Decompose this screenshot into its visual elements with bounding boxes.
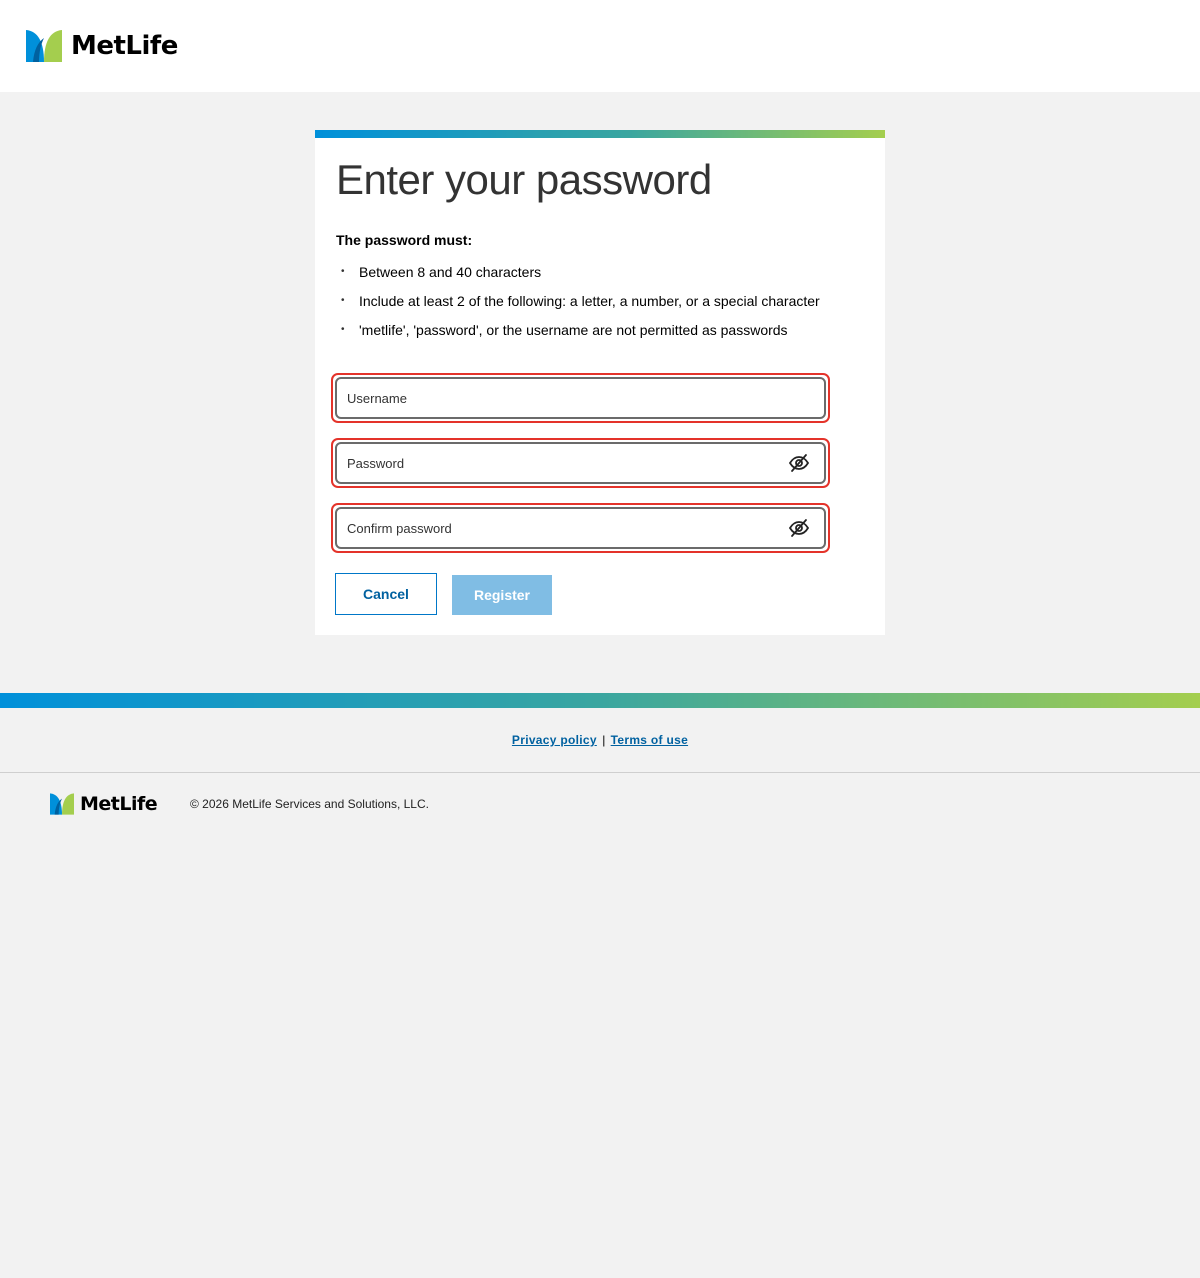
site-header: MetLife xyxy=(0,0,1200,92)
metlife-logo[interactable]: MetLife xyxy=(26,30,178,62)
metlife-logo-mark-icon xyxy=(26,30,62,62)
page-title: Enter your password xyxy=(336,156,712,203)
footer-link-separator: | xyxy=(602,733,606,747)
footer-metlife-logo[interactable]: MetLife xyxy=(50,793,158,815)
terms-of-use-link[interactable]: Terms of use xyxy=(611,733,688,747)
eye-slash-icon[interactable] xyxy=(788,453,810,473)
copyright-text: © 2026 MetLife Services and Solutions, L… xyxy=(190,797,429,811)
rule-item: 'metlife', 'password', or the username a… xyxy=(336,319,820,348)
username-input[interactable] xyxy=(347,390,767,406)
password-field-error-outline xyxy=(331,438,830,488)
footer-gradient-stripe xyxy=(0,693,1200,708)
rule-item: Between 8 and 40 characters xyxy=(336,261,820,290)
password-card: Enter your password The password must: B… xyxy=(315,130,885,635)
metlife-logo-mark-icon xyxy=(50,793,74,815)
username-field-error-outline xyxy=(331,373,830,423)
password-rules-list: Between 8 and 40 characters Include at l… xyxy=(336,261,820,348)
register-button[interactable]: Register xyxy=(452,575,552,615)
footer-links: Privacy policy | Terms of use xyxy=(0,733,1200,747)
rules-heading: The password must: xyxy=(336,232,473,248)
confirm-password-field-error-outline xyxy=(331,503,830,553)
card-gradient-stripe xyxy=(315,130,885,138)
footer-divider xyxy=(0,772,1200,773)
confirm-password-input[interactable] xyxy=(347,520,767,536)
rule-item: Include at least 2 of the following: a l… xyxy=(336,290,820,319)
username-field[interactable] xyxy=(335,377,826,419)
logo-wordmark: MetLife xyxy=(71,31,178,61)
eye-slash-icon[interactable] xyxy=(788,518,810,538)
privacy-policy-link[interactable]: Privacy policy xyxy=(512,733,597,747)
cancel-button[interactable]: Cancel xyxy=(335,573,437,615)
confirm-password-field[interactable] xyxy=(335,507,826,549)
password-input[interactable] xyxy=(347,455,767,471)
password-field[interactable] xyxy=(335,442,826,484)
footer-logo-wordmark: MetLife xyxy=(80,793,158,815)
